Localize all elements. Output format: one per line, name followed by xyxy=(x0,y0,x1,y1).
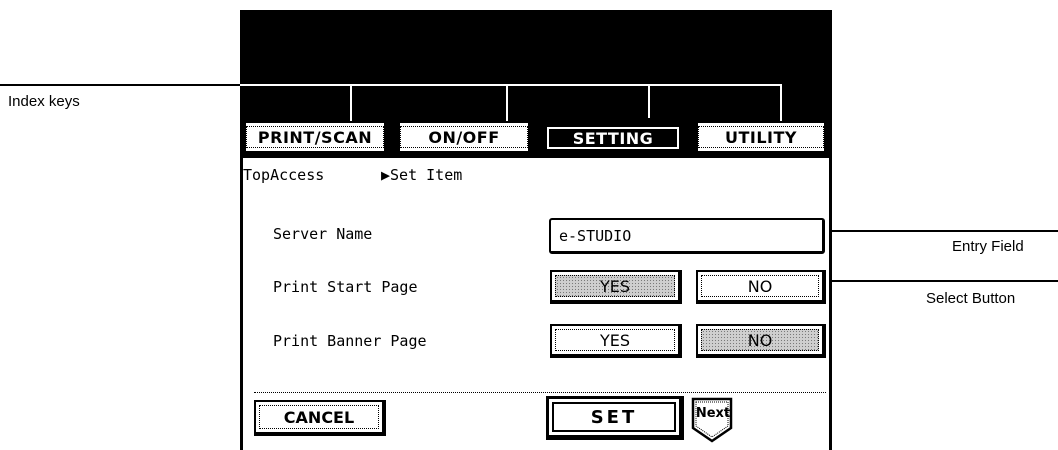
next-button[interactable]: Next xyxy=(690,396,736,444)
print-banner-page-label: Print Banner Page xyxy=(273,332,427,350)
no-label: NO xyxy=(747,276,773,296)
next-label: Next xyxy=(695,406,731,421)
server-name-label: Server Name xyxy=(273,225,373,243)
print-banner-page-yes-button[interactable]: YES xyxy=(550,324,682,358)
index-key-connector xyxy=(506,84,508,121)
entry-field-leader-line xyxy=(822,230,1058,232)
lcd-screen: PRINT/SCAN ON/OFF SETTING UTILITY TopAcc… xyxy=(240,10,832,450)
divider xyxy=(254,392,826,393)
no-label: NO xyxy=(747,330,773,350)
screen-frame xyxy=(829,158,832,450)
tab-label: ON/OFF xyxy=(428,127,500,147)
tab-label: PRINT/SCAN xyxy=(257,127,373,147)
set-label: SET xyxy=(590,406,638,428)
cancel-label: CANCEL xyxy=(283,407,355,427)
tab-utility[interactable]: UTILITY xyxy=(696,121,826,153)
select-button-leader-line xyxy=(822,280,1058,282)
tab-label: SETTING xyxy=(572,128,654,148)
breadcrumb-current: ▶Set Item xyxy=(381,166,463,184)
callout-entry-field: Entry Field xyxy=(952,238,1024,255)
server-name-value: e-STUDIO xyxy=(559,226,632,245)
index-keys-leader-line xyxy=(0,84,240,86)
server-name-field[interactable]: e-STUDIO xyxy=(549,218,825,254)
tab-print-scan[interactable]: PRINT/SCAN xyxy=(244,121,386,153)
callout-select-button: Select Button xyxy=(926,290,1016,307)
print-start-page-label: Print Start Page xyxy=(273,278,418,296)
screen-frame xyxy=(240,158,243,450)
tab-label: UTILITY xyxy=(724,127,797,147)
yes-label: YES xyxy=(599,330,631,350)
callout-index-keys: Index keys xyxy=(8,93,80,110)
print-banner-page-no-button[interactable]: NO xyxy=(696,324,826,358)
breadcrumb-app: TopAccess xyxy=(243,166,325,184)
index-keys-bracket-line xyxy=(240,84,782,86)
index-key-connector xyxy=(780,84,782,121)
index-key-connector xyxy=(350,84,352,121)
tab-setting[interactable]: SETTING xyxy=(542,118,684,156)
cancel-button[interactable]: CANCEL xyxy=(254,400,386,436)
yes-label: YES xyxy=(599,276,631,296)
index-key-connector xyxy=(648,84,650,121)
set-button[interactable]: SET xyxy=(546,396,684,440)
print-start-page-yes-button[interactable]: YES xyxy=(550,270,682,304)
tab-on-off[interactable]: ON/OFF xyxy=(398,121,530,153)
print-start-page-no-button[interactable]: NO xyxy=(696,270,826,304)
